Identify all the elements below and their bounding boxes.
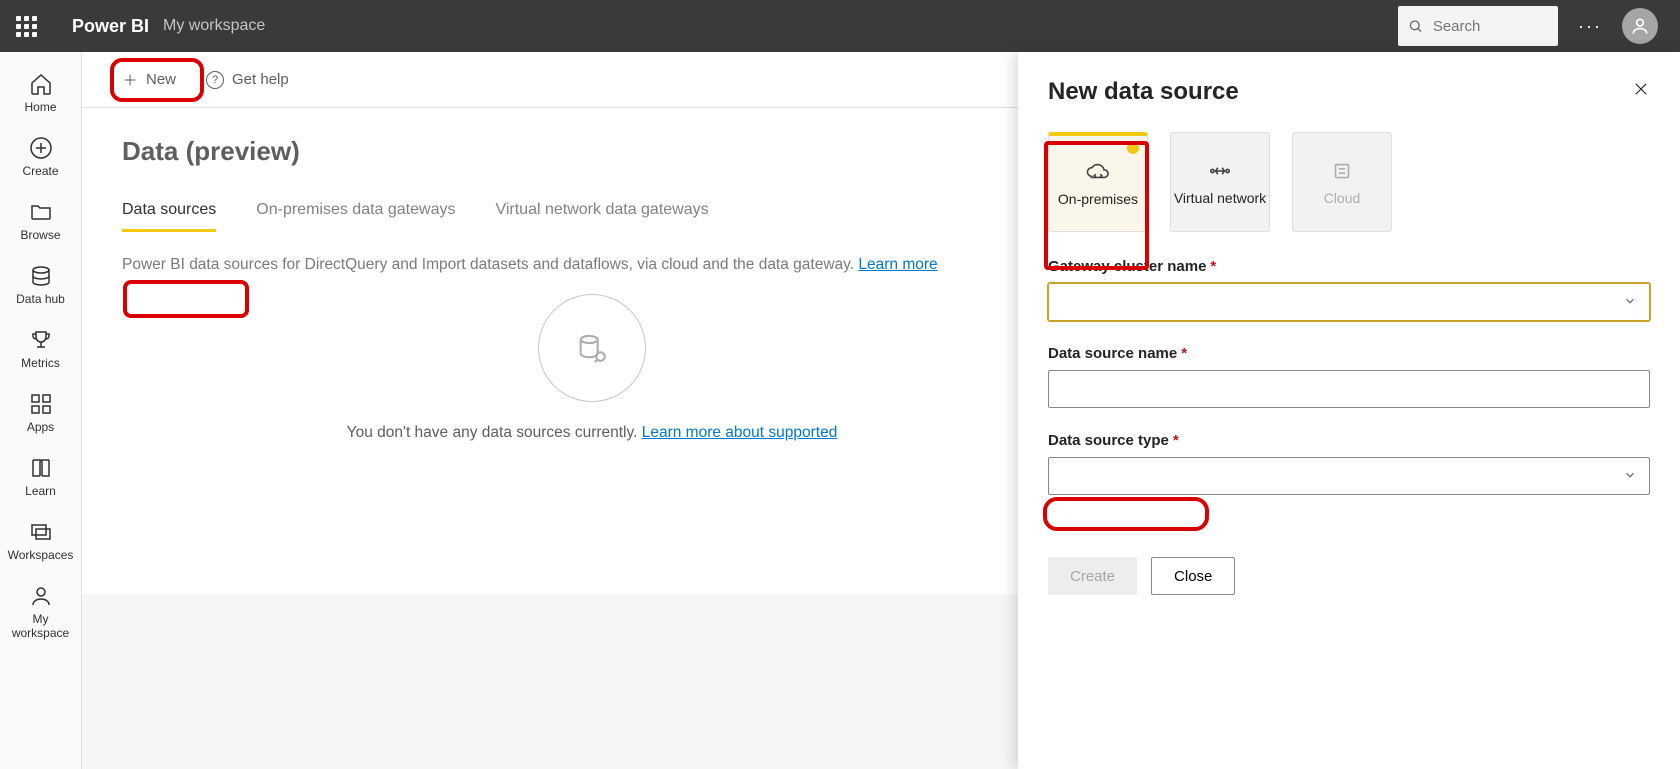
data-source-type-select[interactable] (1048, 457, 1650, 495)
folder-icon (29, 200, 53, 224)
empty-state-icon (538, 294, 646, 402)
gateway-cluster-label: Gateway cluster name* (1048, 258, 1650, 275)
apps-icon (29, 392, 53, 416)
chevron-down-icon (1623, 468, 1637, 485)
home-icon (29, 72, 53, 96)
left-nav-rail: Home Create Browse Data hub Metrics Apps… (0, 52, 82, 769)
learn-more-link[interactable]: Learn more (858, 256, 937, 273)
close-icon (1632, 80, 1650, 98)
nav-browse[interactable]: Browse (0, 192, 81, 250)
nav-home[interactable]: Home (0, 64, 81, 122)
nav-create[interactable]: Create (0, 128, 81, 186)
learn-more-supported-link[interactable]: Learn more about supported (642, 424, 838, 441)
data-hub-icon (29, 264, 53, 288)
top-bar: Power BI My workspace ··· (0, 0, 1680, 52)
book-icon (29, 456, 53, 480)
user-icon (29, 584, 53, 608)
empty-state: You don't have any data sources currentl… (122, 294, 1062, 442)
tab-vnet-gateways[interactable]: Virtual network data gateways (495, 201, 708, 232)
workspaces-icon (29, 520, 53, 544)
nav-my-workspace[interactable]: My workspace (0, 576, 81, 648)
source-type-virtual-network[interactable]: Virtual network (1170, 132, 1270, 232)
get-help-button[interactable]: ? Get help (206, 71, 289, 89)
source-type-selector: On-premises Virtual network Cloud (1048, 132, 1650, 232)
tab-onprem-gateways[interactable]: On-premises data gateways (256, 201, 455, 232)
cloud-sync-icon (1085, 159, 1111, 185)
new-button[interactable]: New (110, 67, 188, 92)
nav-data-hub[interactable]: Data hub (0, 256, 81, 314)
new-data-source-panel: New data source On-premises Virtual netw… (1018, 52, 1680, 769)
data-source-type-label: Data source type* (1048, 432, 1650, 449)
nav-learn[interactable]: Learn (0, 448, 81, 506)
tab-data-sources[interactable]: Data sources (122, 201, 216, 232)
more-options-button[interactable]: ··· (1578, 16, 1602, 37)
search-input[interactable] (1433, 18, 1548, 35)
search-box[interactable] (1398, 6, 1558, 46)
plus-circle-icon (29, 136, 53, 160)
source-type-on-premises[interactable]: On-premises (1048, 132, 1148, 232)
data-source-name-label: Data source name* (1048, 345, 1650, 362)
source-type-cloud: Cloud (1292, 132, 1392, 232)
search-icon (1408, 17, 1423, 35)
panel-title: New data source (1048, 78, 1239, 106)
create-button[interactable]: Create (1048, 557, 1137, 595)
brand-title: Power BI (72, 16, 149, 37)
data-source-name-input[interactable] (1048, 370, 1650, 408)
brand-subtitle: My workspace (163, 17, 265, 35)
app-launcher-button[interactable] (0, 0, 52, 52)
nav-workspaces[interactable]: Workspaces (0, 512, 81, 570)
waffle-icon (16, 16, 37, 37)
help-icon: ? (206, 71, 224, 89)
plus-icon (122, 72, 138, 88)
network-icon (1207, 158, 1233, 184)
nav-metrics[interactable]: Metrics (0, 320, 81, 378)
cloud-icon (1329, 158, 1355, 184)
chevron-down-icon (1623, 294, 1637, 311)
close-panel-button[interactable] (1632, 80, 1650, 104)
close-button[interactable]: Close (1151, 557, 1235, 595)
account-avatar[interactable] (1622, 8, 1658, 44)
gateway-cluster-select[interactable] (1048, 283, 1650, 321)
trophy-icon (29, 328, 53, 352)
nav-apps[interactable]: Apps (0, 384, 81, 442)
